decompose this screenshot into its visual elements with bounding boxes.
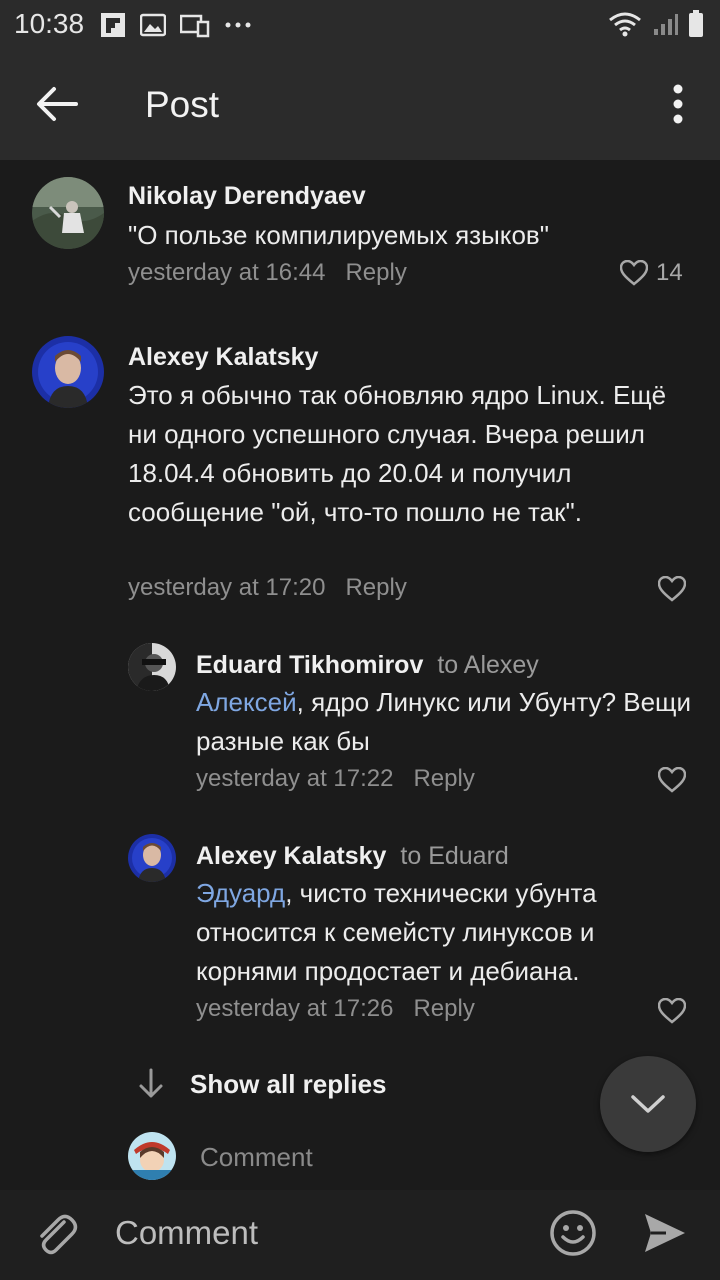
avatar[interactable] (32, 177, 104, 249)
reply-text: Алексей, ядро Линукс или Убунту? Вещи ра… (196, 683, 696, 761)
more-options-icon[interactable] (672, 84, 684, 124)
gallery-notification-icon (140, 13, 166, 37)
comment-meta: yesterday at 17:20 Reply (128, 574, 407, 602)
comment-time: yesterday at 16:44 (128, 259, 326, 286)
comment-time: yesterday at 17:20 (128, 574, 326, 601)
like-button[interactable]: 14 (620, 259, 683, 287)
signal-icon (654, 14, 678, 35)
reply-button[interactable]: Reply (413, 995, 474, 1022)
like-button[interactable] (658, 767, 686, 793)
status-time: 10:38 (14, 8, 85, 39)
comment-input[interactable]: Comment (115, 1214, 258, 1252)
app-bar: Post (0, 48, 720, 160)
reply-target: to Alexey (437, 651, 539, 679)
more-notifications-icon (225, 22, 251, 28)
reply-button[interactable]: Reply (345, 574, 406, 601)
flipboard-notification-icon (101, 13, 125, 37)
reply-author-name[interactable]: Eduard Tikhomirov (196, 651, 423, 679)
comment-text: "О пользе компилируемых языков" (128, 220, 549, 250)
heart-icon (658, 998, 686, 1024)
mention-link[interactable]: Алексей (196, 687, 297, 717)
reply-button[interactable]: Reply (345, 259, 406, 286)
comment: Nikolay Derendyaev "О пользе компилируем… (0, 175, 720, 295)
reply-text: Эдуард, чисто технически убунта относитс… (196, 874, 696, 991)
reply-author[interactable]: Alexey Kalatsky to Eduard (196, 842, 509, 871)
cast-notification-icon (180, 14, 210, 38)
show-all-replies-label: Show all replies (190, 1068, 387, 1099)
reply: Alexey Kalatsky to Eduard Эдуард, чисто т… (0, 834, 720, 1034)
emoji-icon[interactable] (548, 1208, 598, 1258)
comment-author[interactable]: Nikolay Derendyaev (128, 182, 366, 211)
show-all-replies-button[interactable]: Show all replies (138, 1068, 387, 1100)
like-button[interactable] (658, 998, 686, 1024)
heart-icon (658, 576, 686, 602)
reply: Eduard Tikhomirov to Alexey Алексей, ядро… (0, 643, 720, 803)
mention-link[interactable]: Эдуард (196, 878, 285, 908)
comment-prompt[interactable]: Comment (128, 1132, 688, 1182)
chevron-down-icon (631, 1095, 665, 1113)
back-arrow-icon[interactable] (34, 84, 78, 124)
reply-author[interactable]: Eduard Tikhomirov to Alexey (196, 651, 539, 680)
comment-author[interactable]: Alexey Kalatsky (128, 343, 318, 372)
reply-button[interactable]: Reply (413, 765, 474, 792)
battery-icon (689, 10, 703, 37)
like-count: 14 (656, 259, 683, 286)
comment-text: Это я обычно так обновляю ядро Linux. Ещ… (128, 380, 667, 527)
reply-meta: yesterday at 17:26 Reply (196, 995, 475, 1023)
wifi-icon (609, 12, 641, 37)
comment-meta: yesterday at 16:44 Reply (128, 259, 407, 287)
comment-prompt-placeholder: Comment (200, 1142, 313, 1172)
reply-time: yesterday at 17:26 (196, 995, 394, 1022)
avatar[interactable] (128, 834, 176, 882)
current-user-avatar (128, 1132, 176, 1180)
heart-icon (620, 260, 648, 286)
heart-icon (658, 767, 686, 793)
avatar[interactable] (32, 336, 104, 408)
arrow-down-icon (139, 1068, 163, 1098)
paperclip-icon[interactable] (34, 1210, 78, 1258)
like-button[interactable] (658, 576, 686, 602)
reply-target: to Eduard (400, 842, 509, 870)
send-icon[interactable] (642, 1210, 688, 1256)
page-title: Post (145, 84, 220, 125)
reply-author-name[interactable]: Alexey Kalatsky (196, 842, 386, 870)
comment: Alexey Kalatsky Это я обычно так обновля… (0, 336, 720, 616)
reply-meta: yesterday at 17:22 Reply (196, 765, 475, 793)
comment-input-bar: Comment (0, 1190, 720, 1280)
reply-time: yesterday at 17:22 (196, 765, 394, 792)
status-bar: 10:38 (0, 0, 720, 48)
avatar[interactable] (128, 643, 176, 691)
